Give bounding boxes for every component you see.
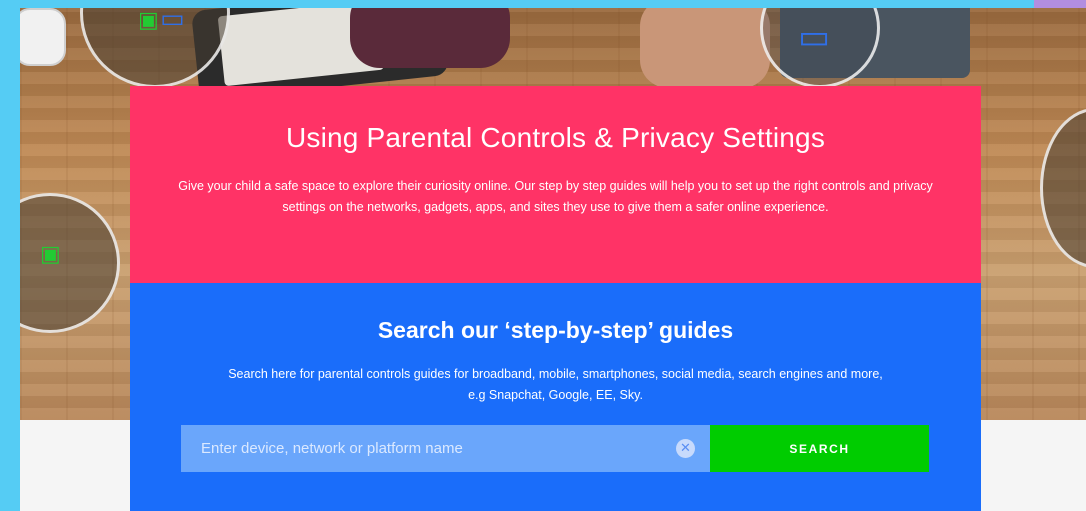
clear-icon[interactable]: ✕ — [676, 439, 695, 458]
page-frame-left — [0, 0, 20, 511]
blue-tablet-icon: ▭ — [160, 8, 185, 34]
green-laptop-icon: ▣ — [40, 242, 61, 267]
search-input[interactable] — [181, 425, 710, 472]
search-section-description: Search here for parental controls guides… — [228, 367, 883, 402]
page-frame-top — [0, 0, 1086, 8]
blue-laptop-icon: ▭ — [798, 17, 831, 57]
arm-illustration — [350, 8, 510, 68]
hands-illustration — [640, 8, 770, 88]
page-title: Using Parental Controls & Privacy Settin… — [285, 122, 826, 153]
intro-card: Using Parental Controls & Privacy Settin… — [130, 86, 981, 283]
search-field-container: ✕ — [181, 425, 710, 472]
search-section-title: Search our ‘step-by-step’ guides — [377, 317, 734, 343]
decorative-ring — [1040, 108, 1086, 268]
green-device-icon: ▣ — [138, 8, 159, 33]
search-card: Search our ‘step-by-step’ guides Search … — [130, 283, 981, 511]
corner-accent — [1034, 0, 1086, 8]
search-button[interactable]: SEARCH — [710, 425, 929, 472]
intro-description: Give your child a safe space to explore … — [178, 179, 933, 214]
toy-car-illustration — [14, 8, 66, 66]
decorative-ring — [20, 193, 120, 333]
